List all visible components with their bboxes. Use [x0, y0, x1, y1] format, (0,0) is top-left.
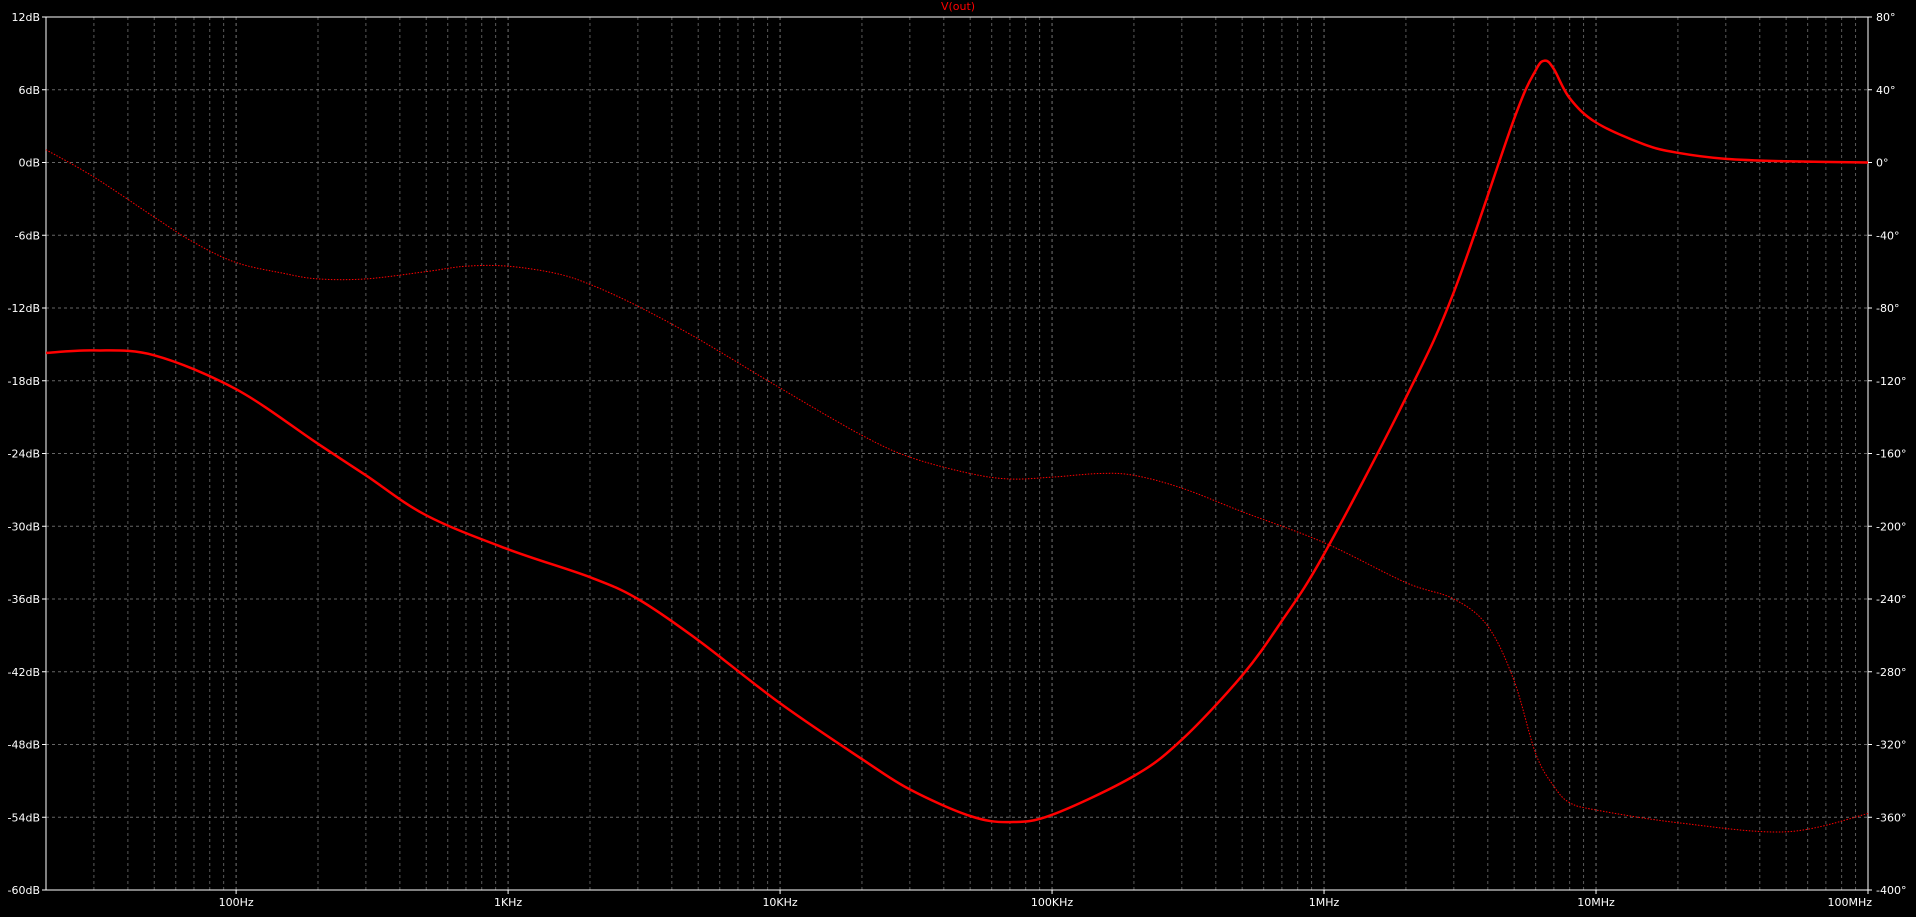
y-left-tick-label: -54dB	[8, 811, 41, 824]
tick-labels: 12dB 6dB 0dB -6dB -12dB -18dB -24dB -30dB -36dB -…	[8, 11, 1907, 909]
y-right-tick-label: -200°	[1876, 520, 1906, 533]
y-left-tick-label: -42dB	[8, 666, 41, 679]
magnitude-trace	[45, 59, 1869, 824]
y-right-tick-label: -320°	[1876, 739, 1906, 752]
x-tick-label: 100Hz	[219, 896, 254, 909]
phase-trace	[45, 149, 1869, 833]
y-left-tick-label: 0dB	[18, 157, 40, 170]
x-tick-label: 1MHz	[1309, 896, 1340, 909]
y-right-tick-label: -80°	[1876, 302, 1899, 315]
bode-plot: 12dB 6dB 0dB -6dB -12dB -18dB -24dB -30dB -36dB -…	[8, 11, 1907, 909]
y-right-tick-label: -160°	[1876, 448, 1906, 461]
y-left-tick-label: -30dB	[8, 520, 41, 533]
y-left-tick-label: 6dB	[18, 84, 40, 97]
y-left-tick-label: -18dB	[8, 375, 41, 388]
grid-lines	[46, 17, 1868, 890]
y-right-tick-label: 80°	[1876, 11, 1896, 24]
x-tick-label: 100KHz	[1031, 896, 1073, 909]
y-right-tick-label: -400°	[1876, 884, 1906, 897]
y-right-tick-label: -120°	[1876, 375, 1906, 388]
y-right-tick-label: -40°	[1876, 229, 1899, 242]
y-right-tick-label: -280°	[1876, 666, 1906, 679]
x-tick-label: 10KHz	[762, 896, 797, 909]
y-left-tick-label: -12dB	[8, 302, 41, 315]
y-right-tick-label: -240°	[1876, 593, 1906, 606]
y-right-tick-label: -360°	[1876, 811, 1906, 824]
y-right-tick-label: 40°	[1876, 84, 1896, 97]
y-right-tick-label: 0°	[1876, 157, 1889, 170]
x-tick-label: 1KHz	[494, 896, 522, 909]
traces	[45, 59, 1869, 833]
x-tick-label: 100MHz	[1827, 896, 1872, 909]
y-left-tick-label: -36dB	[8, 593, 41, 606]
x-tick-label: 10MHz	[1577, 896, 1615, 909]
y-left-tick-label: -48dB	[8, 739, 41, 752]
y-left-tick-label: -6dB	[15, 229, 41, 242]
y-left-tick-label: -60dB	[8, 884, 41, 897]
y-left-tick-label: -24dB	[8, 448, 41, 461]
y-left-tick-label: 12dB	[11, 11, 40, 24]
